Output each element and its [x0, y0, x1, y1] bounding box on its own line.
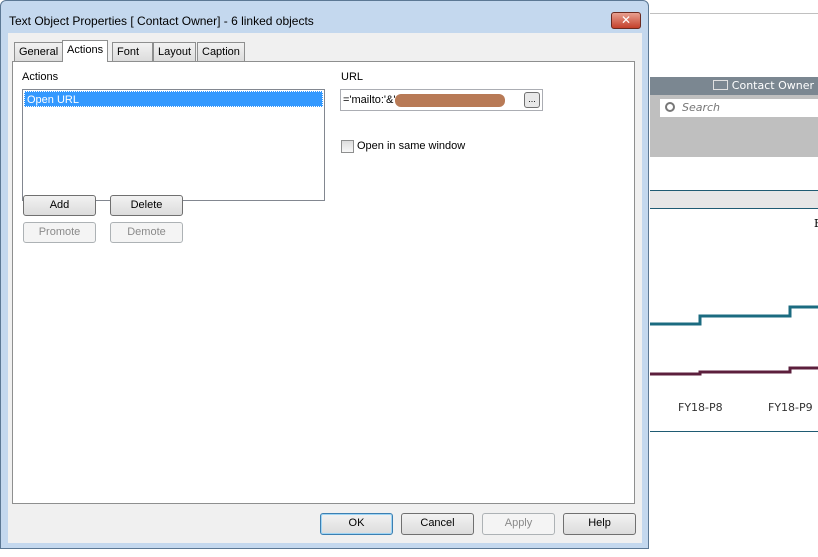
text-object-properties-dialog: Text Object Properties [ Contact Owner] … — [0, 0, 649, 549]
series-1-line — [650, 305, 818, 326]
tab-general[interactable]: General — [14, 42, 64, 61]
close-icon: ✕ — [620, 13, 632, 27]
open-same-window-checkbox[interactable] — [341, 140, 354, 153]
x-axis-label: FY18-P8 — [678, 401, 723, 414]
url-value: ='mailto:'&' — [343, 94, 396, 106]
apply-button[interactable]: Apply — [482, 513, 555, 535]
background-app: Contact Owner Search F FY18-P8 FY18-P9 — [650, 0, 818, 557]
actions-label: Actions — [22, 71, 59, 83]
tab-actions[interactable]: Actions — [62, 40, 109, 62]
add-button[interactable]: Add — [23, 195, 96, 216]
delete-button[interactable]: Delete — [110, 195, 183, 216]
chart-lines — [650, 305, 818, 376]
url-label: URL — [341, 71, 364, 83]
ok-button[interactable]: OK — [320, 513, 393, 535]
tab-layout[interactable]: Layout — [153, 42, 197, 61]
list-item[interactable]: Open URL — [24, 91, 323, 107]
demote-button[interactable]: Demote — [110, 222, 183, 243]
tab-font[interactable]: Font — [112, 42, 153, 61]
x-axis-label: FY18-P9 — [768, 401, 813, 414]
help-button[interactable]: Help — [563, 513, 636, 535]
open-same-window-label[interactable]: Open in same window — [357, 140, 465, 152]
promote-button[interactable]: Promote — [23, 222, 96, 243]
dialog-title: Text Object Properties [ Contact Owner] … — [9, 14, 314, 28]
series-2-line — [650, 366, 818, 376]
close-button[interactable]: ✕ — [611, 12, 641, 29]
url-browse-button[interactable]: ... — [524, 92, 540, 108]
dialog-body: General Actions Font Layout Caption Acti… — [8, 33, 642, 543]
chart-bottom-border — [650, 431, 818, 432]
redacted-region — [395, 93, 506, 107]
tab-caption[interactable]: Caption — [197, 42, 245, 61]
actions-list[interactable]: Open URL — [22, 89, 325, 201]
cancel-button[interactable]: Cancel — [401, 513, 474, 535]
url-input[interactable]: ='mailto:'&' ... — [340, 89, 543, 111]
actions-panel: Actions Open URL URL ='mailto:'&' ... Op… — [12, 61, 635, 504]
